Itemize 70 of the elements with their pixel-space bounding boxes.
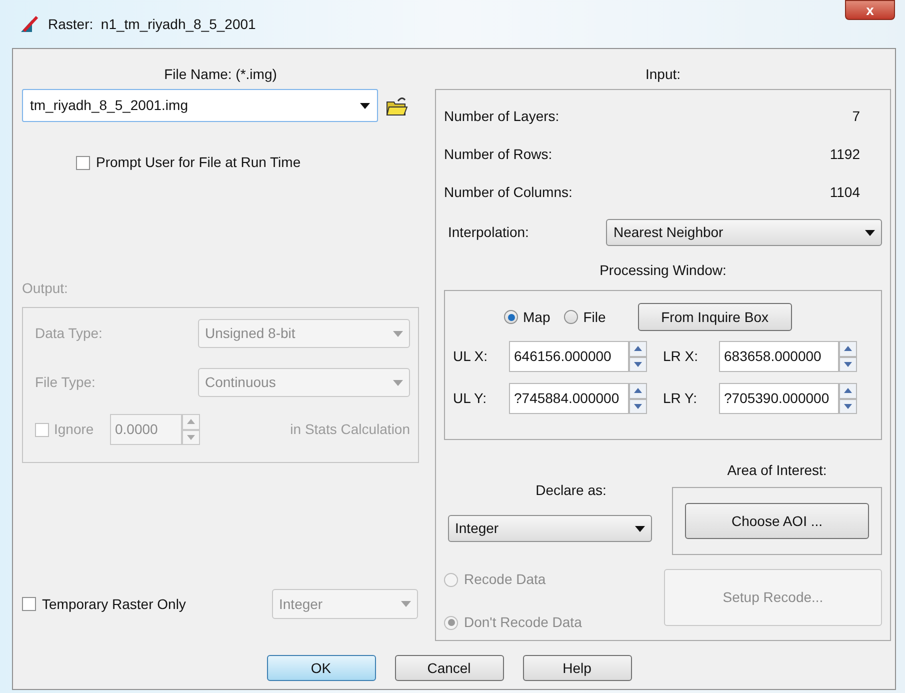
down-arrow-icon xyxy=(634,362,642,367)
field-label: File Type: xyxy=(35,373,96,392)
field-label: Interpolation: xyxy=(448,223,530,242)
dialog-button[interactable]: Help xyxy=(522,655,632,681)
field-label: Data Type: xyxy=(35,324,102,343)
field-label: LR Y: xyxy=(663,389,698,408)
spin-down-button[interactable] xyxy=(839,356,857,372)
field-label: in Stats Calculation xyxy=(290,420,410,439)
checkbox-label: Temporary Raster Only xyxy=(42,594,187,614)
up-arrow-icon xyxy=(187,419,195,424)
spin-field[interactable]: 646156.000000 xyxy=(509,341,629,372)
down-arrow-icon xyxy=(634,404,642,409)
down-arrow-icon xyxy=(844,404,852,409)
caret-icon xyxy=(393,380,403,386)
field-label: LR X: xyxy=(663,347,700,366)
dialog-button[interactable]: OK xyxy=(266,655,376,681)
down-arrow-icon xyxy=(187,434,195,440)
up-arrow-icon xyxy=(844,388,852,394)
checkbox[interactable] xyxy=(76,156,90,170)
stat-value: 7 xyxy=(852,107,860,126)
field-label: Declare as: xyxy=(536,481,606,500)
spin-up-button[interactable] xyxy=(629,341,647,356)
field-label: UL X: xyxy=(453,347,488,366)
dialog-button[interactable]: Cancel xyxy=(394,655,504,681)
dropdown[interactable]: Nearest Neighbor xyxy=(606,219,882,246)
caret-icon xyxy=(393,330,403,336)
radio-label: Recode Data xyxy=(464,570,546,589)
up-arrow-icon xyxy=(844,346,852,352)
stat-label: Number of Rows: xyxy=(444,145,552,164)
caret-icon xyxy=(360,102,370,108)
radio-label: Map xyxy=(523,308,550,327)
section-label: Output: xyxy=(22,279,69,298)
folder-icon[interactable] xyxy=(386,96,408,116)
file-name-combo[interactable]: tm_riyadh_8_5_2001.img xyxy=(22,89,378,122)
caret-icon xyxy=(635,526,645,532)
field-label: File Name: (*.img) xyxy=(164,65,277,84)
spin-down-button[interactable] xyxy=(839,398,857,414)
radio-button[interactable] xyxy=(564,310,578,324)
checkbox-label: Prompt User for File at Run Time xyxy=(96,153,301,172)
up-arrow-icon xyxy=(634,388,642,394)
app-icon xyxy=(20,15,40,33)
radio-button[interactable] xyxy=(504,310,518,324)
field-label: UL Y: xyxy=(453,389,488,408)
dropdown[interactable]: Integer xyxy=(448,515,652,542)
spin-field[interactable]: 683658.000000 xyxy=(719,341,839,372)
spin-field[interactable]: ?745884.000000 xyxy=(509,383,629,414)
spin-down-button[interactable] xyxy=(629,398,647,414)
section-label: Input: xyxy=(645,65,681,84)
choose-aoi-button[interactable]: Choose AOI ... xyxy=(685,503,869,539)
up-arrow-icon xyxy=(634,346,642,352)
stat-value: 1104 xyxy=(830,183,860,202)
stat-label: Number of Layers: xyxy=(444,107,560,126)
down-arrow-icon xyxy=(844,362,852,367)
window-title: Raster: n1_tm_riyadh_8_5_2001 xyxy=(48,14,256,34)
spin-down-button[interactable] xyxy=(629,356,647,372)
spin-up-button[interactable] xyxy=(839,341,857,356)
spin-up-button[interactable] xyxy=(839,383,857,398)
checkbox-label: Ignore xyxy=(54,420,95,439)
close-button[interactable]: x xyxy=(845,0,895,20)
inquire-button[interactable]: From Inquire Box xyxy=(638,303,792,331)
caret-icon xyxy=(401,601,411,607)
spin-up-button[interactable] xyxy=(629,383,647,398)
stat-label: Number of Columns: xyxy=(444,183,572,202)
radio-label: Don't Recode Data xyxy=(464,613,582,632)
radio-label: File xyxy=(583,308,606,326)
section-label: Processing Window: xyxy=(600,261,726,280)
spin-field[interactable]: ?705390.000000 xyxy=(719,383,839,414)
section-label: Area of Interest: xyxy=(727,461,827,480)
stat-value: 1192 xyxy=(830,145,860,164)
caret-icon xyxy=(865,230,875,236)
